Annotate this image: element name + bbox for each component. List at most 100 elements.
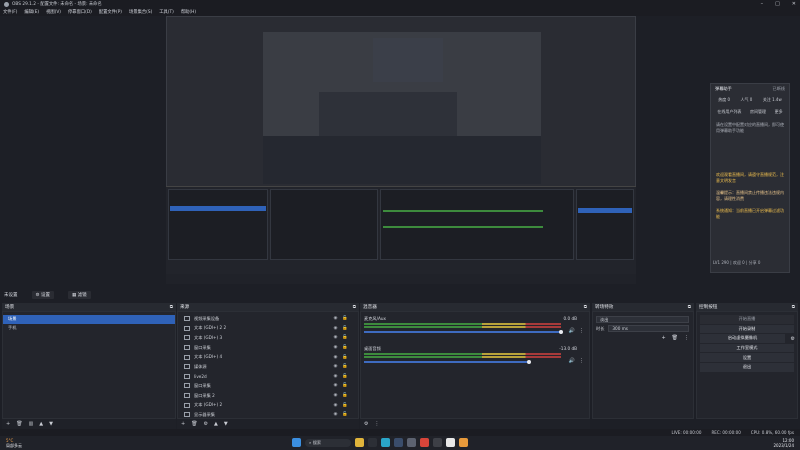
virtual-camera-button[interactable]: 启动虚拟摄像机: [700, 334, 785, 343]
settings-button[interactable]: 设置: [700, 353, 794, 362]
speaker-icon[interactable]: 🔊: [569, 358, 575, 364]
obs-icon[interactable]: [433, 438, 442, 447]
filters-button[interactable]: ▦ 滤镜: [67, 290, 91, 299]
folder-icon[interactable]: [368, 438, 377, 447]
visibility-icon[interactable]: ◉: [333, 364, 337, 369]
studio-mode-button[interactable]: 工作室模式: [700, 343, 794, 353]
menu-docks[interactable]: 停靠窗口(D): [68, 9, 92, 15]
source-item[interactable]: 文本 (GDI+) 3 ◉ 🔓: [178, 333, 358, 343]
lock-icon[interactable]: 🔓: [342, 393, 348, 398]
menu-file[interactable]: 文件(F): [3, 9, 17, 15]
chat-tab-heat[interactable]: 热度 0: [718, 97, 730, 103]
chat-tab-follow[interactable]: 关注 1.4w: [763, 97, 782, 103]
more-icon[interactable]: ⋮: [684, 335, 689, 341]
chat-tab-room[interactable]: 房间管理: [750, 109, 766, 115]
steam-icon[interactable]: [394, 438, 403, 447]
volume-knob[interactable]: [527, 360, 531, 364]
visibility-icon[interactable]: ◉: [333, 393, 337, 398]
dock-float-icon[interactable]: ⧉: [792, 304, 795, 310]
properties-icon[interactable]: ⚙: [204, 421, 208, 427]
source-item[interactable]: 窗口采集 2 ◉ 🔓: [178, 391, 358, 401]
settings-button[interactable]: ⚙ 设置: [31, 290, 54, 299]
chat-tab-users[interactable]: 在线用户列表: [717, 109, 741, 115]
visibility-icon[interactable]: ◉: [333, 412, 337, 417]
system-clock[interactable]: 12:00 2023/1/24: [773, 438, 794, 448]
up-icon[interactable]: ▲: [214, 421, 218, 427]
remove-icon[interactable]: 🗑: [16, 421, 22, 427]
file-explorer-icon[interactable]: [355, 438, 364, 447]
maximize-icon[interactable]: □: [775, 1, 780, 7]
lock-icon[interactable]: 🔓: [342, 374, 348, 379]
source-item[interactable]: live2d ◉ 🔓: [178, 372, 358, 382]
app-icon[interactable]: [407, 438, 416, 447]
add-icon[interactable]: +: [661, 335, 665, 341]
gear-icon[interactable]: ⚙: [791, 336, 795, 342]
lock-icon[interactable]: 🔓: [342, 412, 348, 417]
mixer-menu-icon[interactable]: ⋮: [374, 421, 379, 427]
visibility-icon[interactable]: ◉: [333, 345, 337, 350]
lock-icon[interactable]: 🔓: [342, 383, 348, 388]
menu-tools[interactable]: 工具(T): [159, 9, 174, 15]
chat-tab-more[interactable]: 更多: [775, 109, 783, 115]
start-streaming-button[interactable]: 开始直播: [700, 315, 794, 324]
lock-icon[interactable]: 🔓: [342, 316, 348, 321]
start-recording-button[interactable]: 开始录制: [700, 324, 794, 334]
lock-icon[interactable]: 🔓: [342, 335, 348, 340]
lock-icon[interactable]: 🔓: [342, 326, 348, 331]
start-icon[interactable]: [292, 438, 301, 447]
lock-icon[interactable]: 🔓: [342, 355, 348, 360]
remove-icon[interactable]: 🗑: [672, 335, 678, 341]
close-icon[interactable]: ✕: [792, 1, 796, 7]
lock-icon[interactable]: 🔓: [342, 364, 348, 369]
menu-view[interactable]: 视图(V): [46, 9, 61, 15]
chat-tab-popularity[interactable]: 人气 0: [741, 97, 753, 103]
remove-icon[interactable]: 🗑: [191, 421, 197, 427]
menu-edit[interactable]: 编辑(E): [24, 9, 39, 15]
volume-knob[interactable]: [559, 330, 563, 334]
visibility-icon[interactable]: ◉: [333, 355, 337, 360]
lock-icon[interactable]: 🔓: [342, 345, 348, 350]
down-icon[interactable]: ▼: [224, 421, 228, 427]
edge-icon[interactable]: [381, 438, 390, 447]
visibility-icon[interactable]: ◉: [333, 383, 337, 388]
visibility-icon[interactable]: ◉: [333, 374, 337, 379]
visibility-icon[interactable]: ◉: [333, 316, 337, 321]
dock-float-icon[interactable]: ⧉: [353, 304, 356, 310]
taskbar-search[interactable]: ⌕ 搜索: [305, 438, 351, 447]
source-item[interactable]: 视频采集设备 ◉ 🔓: [178, 314, 358, 324]
scene-item[interactable]: 场景: [3, 315, 175, 324]
visibility-icon[interactable]: ◉: [333, 403, 337, 408]
visibility-icon[interactable]: ◉: [333, 326, 337, 331]
menu-profile[interactable]: 配置文件(P): [99, 9, 122, 15]
app-icon[interactable]: [459, 438, 468, 447]
menu-scene-collection[interactable]: 场景集合(S): [129, 9, 152, 15]
speaker-icon[interactable]: 🔊: [569, 328, 575, 334]
source-item[interactable]: 窗口采集 ◉ 🔓: [178, 381, 358, 391]
source-item[interactable]: 文本 (GDI+) 4 ◉ 🔓: [178, 352, 358, 362]
chrome-icon[interactable]: [420, 438, 429, 447]
dock-float-icon[interactable]: ⧉: [170, 304, 173, 310]
exit-button[interactable]: 退出: [700, 362, 794, 372]
lock-icon[interactable]: 🔓: [342, 403, 348, 408]
up-icon[interactable]: ▲: [39, 421, 43, 427]
scene-item[interactable]: 手机: [3, 324, 175, 333]
duration-input[interactable]: 300 ms: [608, 325, 689, 332]
more-icon[interactable]: ⋮: [579, 328, 584, 334]
minimize-icon[interactable]: –: [761, 1, 764, 7]
volume-slider[interactable]: [364, 331, 561, 333]
add-icon[interactable]: +: [181, 421, 185, 427]
more-icon[interactable]: ⋮: [579, 358, 584, 364]
weather-widget[interactable]: 5°C 局部多云: [6, 438, 22, 448]
source-item[interactable]: 文本 (GDI+) 2 ◉ 🔓: [178, 400, 358, 410]
menu-help[interactable]: 帮助(H): [181, 9, 196, 15]
dock-float-icon[interactable]: ⧉: [688, 304, 691, 310]
source-item[interactable]: 媒体源 ◉ 🔓: [178, 362, 358, 372]
filter-icon[interactable]: ▥: [29, 421, 34, 427]
visibility-icon[interactable]: ◉: [333, 335, 337, 340]
source-item[interactable]: 窗口采集 ◉ 🔓: [178, 343, 358, 353]
app-icon[interactable]: [446, 438, 455, 447]
add-icon[interactable]: +: [6, 421, 10, 427]
advanced-audio-icon[interactable]: ⚙: [364, 421, 368, 427]
volume-slider[interactable]: [364, 361, 529, 363]
source-item[interactable]: 文本 (GDI+) 2 2 ◉ 🔓: [178, 324, 358, 334]
